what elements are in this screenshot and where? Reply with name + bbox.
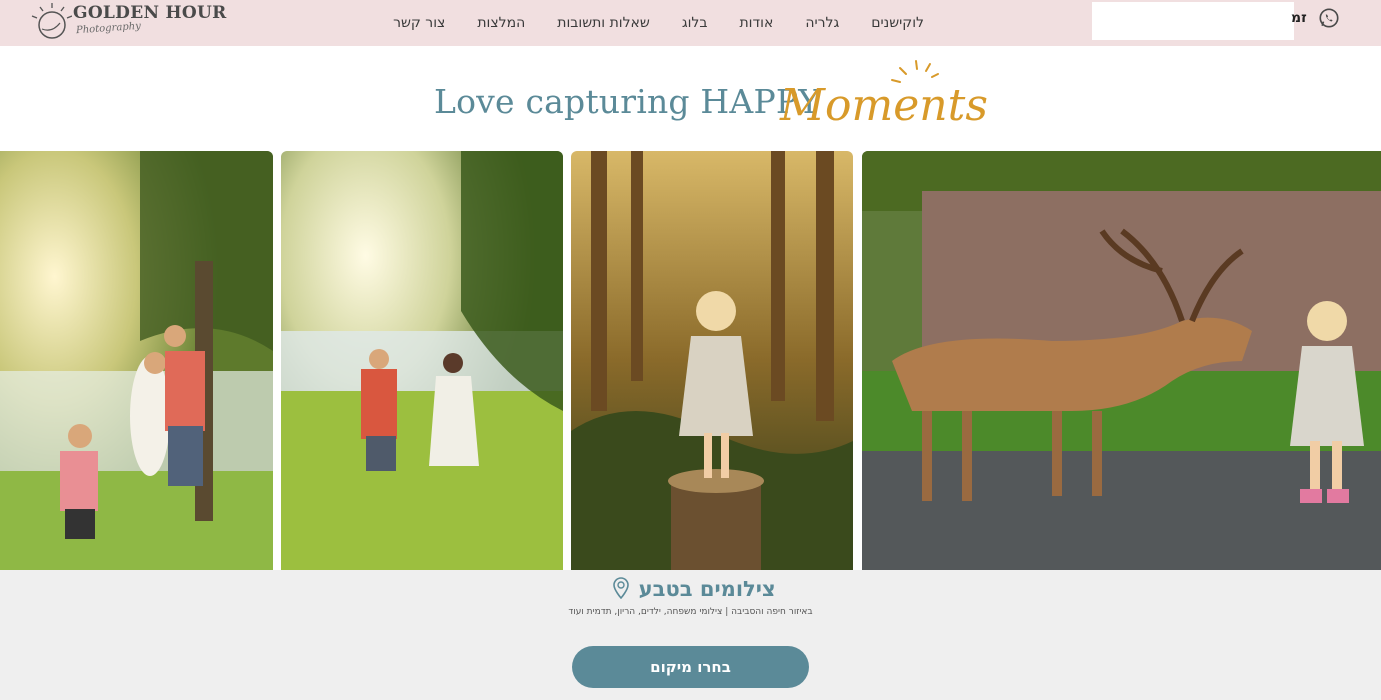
nav-item-testimonials[interactable]: המלצות — [461, 15, 541, 31]
nav-item-contact[interactable]: צור קשר — [377, 15, 461, 31]
nav-item-locations[interactable]: לוקישנים — [855, 15, 940, 31]
search-input[interactable] — [1092, 2, 1294, 40]
section-title: צילומים בטבע — [638, 577, 776, 601]
location-pin-icon — [613, 577, 630, 599]
hero-script-word: Moments — [780, 80, 988, 131]
main-nav: לוקישנים גלריה אודות בלוג שאלות ותשובות … — [360, 0, 940, 46]
nav-item-about[interactable]: אודות — [723, 15, 789, 31]
nav-item-blog[interactable]: בלוג — [666, 15, 724, 31]
sun-icon — [31, 3, 72, 39]
choose-location-button[interactable]: בחרו מיקום — [572, 646, 809, 688]
nav-item-faq[interactable]: שאלות ותשובות — [541, 15, 666, 31]
site-logo[interactable]: GOLDEN HOUR Photography — [28, 1, 226, 43]
site-header: GOLDEN HOUR Photography לוקישנים גלריה א… — [0, 0, 1381, 46]
photo-child-deer[interactable] — [862, 151, 1381, 570]
logo-text: GOLDEN HOUR — [73, 3, 227, 23]
logo-subtext: Photography — [75, 20, 142, 37]
whatsapp-icon[interactable] — [1318, 7, 1340, 29]
phone-label[interactable]: זמ — [1291, 10, 1307, 26]
hero-title: Love capturing HAPPY — [434, 82, 821, 121]
photo-couple-walking[interactable] — [281, 151, 563, 570]
photo-family-couple[interactable] — [0, 151, 273, 570]
photo-child-forest[interactable] — [571, 151, 853, 570]
section-heading: צילומים בטבע — [0, 577, 1381, 601]
nav-item-gallery[interactable]: גלריה — [789, 15, 855, 31]
section-subtitle: באיזור חיפה והסביבה | צילומי משפחה, ילדי… — [568, 607, 813, 617]
